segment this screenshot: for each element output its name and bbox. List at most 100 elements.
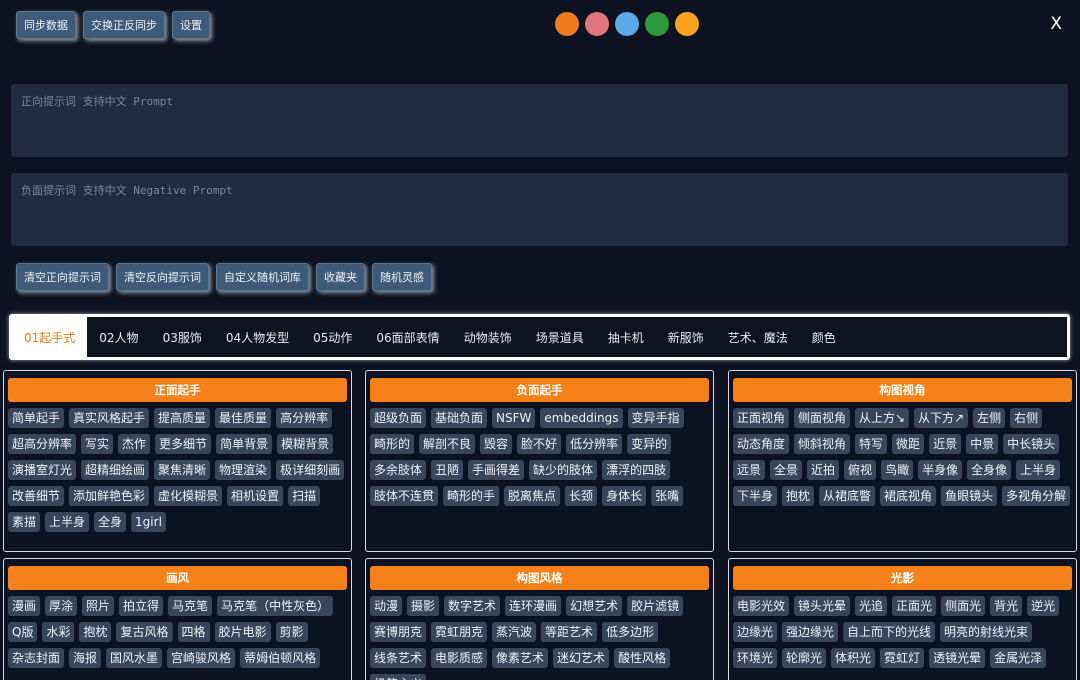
prompt-tag[interactable]: 鸟瞰 xyxy=(881,460,914,480)
prompt-tag[interactable]: 全景 xyxy=(770,460,803,480)
prompt-tag[interactable]: 演播室灯光 xyxy=(8,460,77,480)
tab-9[interactable]: 新服饰 xyxy=(656,317,716,357)
prompt-tag[interactable]: 超精细绘画 xyxy=(81,460,150,480)
prompt-tag[interactable]: 环境光 xyxy=(733,648,778,668)
prompt-tag[interactable]: 变异手指 xyxy=(627,408,684,428)
prompt-tag[interactable]: 近景 xyxy=(929,434,962,454)
prompt-tag[interactable]: 正面光 xyxy=(892,596,937,616)
prompt-tag[interactable]: 超级负面 xyxy=(370,408,427,428)
prompt-tag[interactable]: 微距 xyxy=(892,434,925,454)
prompt-tag[interactable]: 极简主义 xyxy=(370,674,427,680)
tab-1[interactable]: 02人物 xyxy=(87,317,150,357)
close-icon[interactable]: X xyxy=(1050,14,1062,34)
prompt-tag[interactable]: 抱枕 xyxy=(79,622,112,642)
favorites-button[interactable]: 收藏夹 xyxy=(316,263,365,291)
prompt-tag[interactable]: 更多细节 xyxy=(155,434,212,454)
prompt-tag[interactable]: 动态角度 xyxy=(733,434,790,454)
prompt-tag[interactable]: 蒂姆伯顿风格 xyxy=(240,648,321,668)
prompt-tag[interactable]: 从裙底瞥 xyxy=(819,486,876,506)
prompt-tag[interactable]: 身体长 xyxy=(602,486,647,506)
positive-prompt-input[interactable]: 正向提示词 支持中文 Prompt xyxy=(11,84,1068,157)
prompt-tag[interactable]: 马克笔（中性灰色） xyxy=(217,596,334,616)
prompt-tag[interactable]: 鱼眼镜头 xyxy=(941,486,998,506)
prompt-tag[interactable]: 照片 xyxy=(82,596,115,616)
prompt-tag[interactable]: 从上方↘ xyxy=(855,408,910,428)
prompt-tag[interactable]: 剪影 xyxy=(275,622,308,642)
prompt-tag[interactable]: 拍立得 xyxy=(119,596,164,616)
prompt-tag[interactable]: 中景 xyxy=(966,434,999,454)
prompt-tag[interactable]: 数字艺术 xyxy=(444,596,501,616)
prompt-tag[interactable]: 连环漫画 xyxy=(505,596,562,616)
prompt-tag[interactable]: 长颈 xyxy=(565,486,598,506)
color-dot-blue[interactable] xyxy=(615,12,639,36)
tab-5[interactable]: 06面部表情 xyxy=(364,317,451,357)
prompt-tag[interactable]: 物理渲染 xyxy=(215,460,272,480)
tab-7[interactable]: 场景道具 xyxy=(524,317,596,357)
prompt-tag[interactable]: 手画得差 xyxy=(468,460,525,480)
color-dot-pink[interactable] xyxy=(585,12,609,36)
prompt-tag[interactable]: 上半身 xyxy=(1016,460,1061,480)
prompt-tag[interactable]: 俯视 xyxy=(844,460,877,480)
color-dot-green[interactable] xyxy=(645,12,669,36)
prompt-tag[interactable]: 自上而下的光线 xyxy=(843,622,936,642)
prompt-tag[interactable]: 低分辨率 xyxy=(566,434,623,454)
prompt-tag[interactable]: NSFW xyxy=(492,408,536,428)
prompt-tag[interactable]: Q版 xyxy=(8,622,38,642)
prompt-tag[interactable]: 简单背景 xyxy=(216,434,273,454)
prompt-tag[interactable]: 极详细刻画 xyxy=(276,460,345,480)
prompt-tag[interactable]: 超高分辨率 xyxy=(8,434,77,454)
prompt-tag[interactable]: 模糊背景 xyxy=(277,434,334,454)
prompt-tag[interactable]: 四格 xyxy=(177,622,210,642)
prompt-tag[interactable]: 扫描 xyxy=(288,486,321,506)
prompt-tag[interactable]: 倾斜视角 xyxy=(794,434,851,454)
prompt-tag[interactable]: 脸不好 xyxy=(517,434,562,454)
prompt-tag[interactable]: 简单起手 xyxy=(8,408,65,428)
prompt-tag[interactable]: 半身像 xyxy=(918,460,963,480)
prompt-tag[interactable]: 国风水墨 xyxy=(106,648,163,668)
sync-data-button[interactable]: 同步数据 xyxy=(16,11,76,39)
prompt-tag[interactable]: 全身 xyxy=(94,512,127,532)
prompt-tag[interactable]: 正面视角 xyxy=(733,408,790,428)
prompt-tag[interactable]: 写实 xyxy=(81,434,114,454)
prompt-tag[interactable]: 杰作 xyxy=(118,434,151,454)
prompt-tag[interactable]: 电影光效 xyxy=(733,596,790,616)
prompt-tag[interactable]: 等距艺术 xyxy=(541,622,598,642)
prompt-tag[interactable]: 金属光泽 xyxy=(990,648,1047,668)
color-dot-amber[interactable] xyxy=(675,12,699,36)
prompt-tag[interactable]: 镜头光晕 xyxy=(794,596,851,616)
prompt-tag[interactable]: 强边缘光 xyxy=(782,622,839,642)
color-dot-orange[interactable] xyxy=(555,12,579,36)
tab-4[interactable]: 05动作 xyxy=(301,317,364,357)
prompt-tag[interactable]: 低多边形 xyxy=(602,622,659,642)
tab-8[interactable]: 抽卡机 xyxy=(596,317,656,357)
prompt-tag[interactable]: 从下方↗ xyxy=(914,408,969,428)
prompt-tag[interactable]: 畸形的手 xyxy=(443,486,500,506)
prompt-tag[interactable]: 赛博朋克 xyxy=(370,622,427,642)
prompt-tag[interactable]: 左侧 xyxy=(973,408,1006,428)
prompt-tag[interactable]: 像素艺术 xyxy=(492,648,549,668)
prompt-tag[interactable]: 畸形的 xyxy=(370,434,415,454)
prompt-tag[interactable]: 最佳质量 xyxy=(215,408,272,428)
prompt-tag[interactable]: 1girl xyxy=(131,512,166,532)
prompt-tag[interactable]: 侧面视角 xyxy=(794,408,851,428)
prompt-tag[interactable]: 高分辨率 xyxy=(276,408,333,428)
prompt-tag[interactable]: 真实风格起手 xyxy=(69,408,150,428)
tab-10[interactable]: 艺术、魔法 xyxy=(716,317,800,357)
prompt-tag[interactable]: 厚涂 xyxy=(45,596,78,616)
prompt-tag[interactable]: 毁容 xyxy=(480,434,513,454)
prompt-tag[interactable]: 蒸汽波 xyxy=(492,622,537,642)
prompt-tag[interactable]: 脱离焦点 xyxy=(504,486,561,506)
prompt-tag[interactable]: 线条艺术 xyxy=(370,648,427,668)
prompt-tag[interactable]: 霓虹朋克 xyxy=(431,622,488,642)
prompt-tag[interactable]: 酸性风格 xyxy=(614,648,671,668)
prompt-tag[interactable]: 下半身 xyxy=(733,486,778,506)
clear-negative-button[interactable]: 清空反向提示词 xyxy=(116,263,209,291)
prompt-tag[interactable]: 远景 xyxy=(733,460,766,480)
prompt-tag[interactable]: 中长镜头 xyxy=(1003,434,1060,454)
prompt-tag[interactable]: 基础负面 xyxy=(431,408,488,428)
prompt-tag[interactable]: 幻想艺术 xyxy=(566,596,623,616)
tab-0[interactable]: 01起手式 xyxy=(12,317,88,357)
prompt-tag[interactable]: 光追 xyxy=(855,596,888,616)
prompt-tag[interactable]: 多余肢体 xyxy=(370,460,427,480)
prompt-tag[interactable]: 解剖不良 xyxy=(419,434,476,454)
